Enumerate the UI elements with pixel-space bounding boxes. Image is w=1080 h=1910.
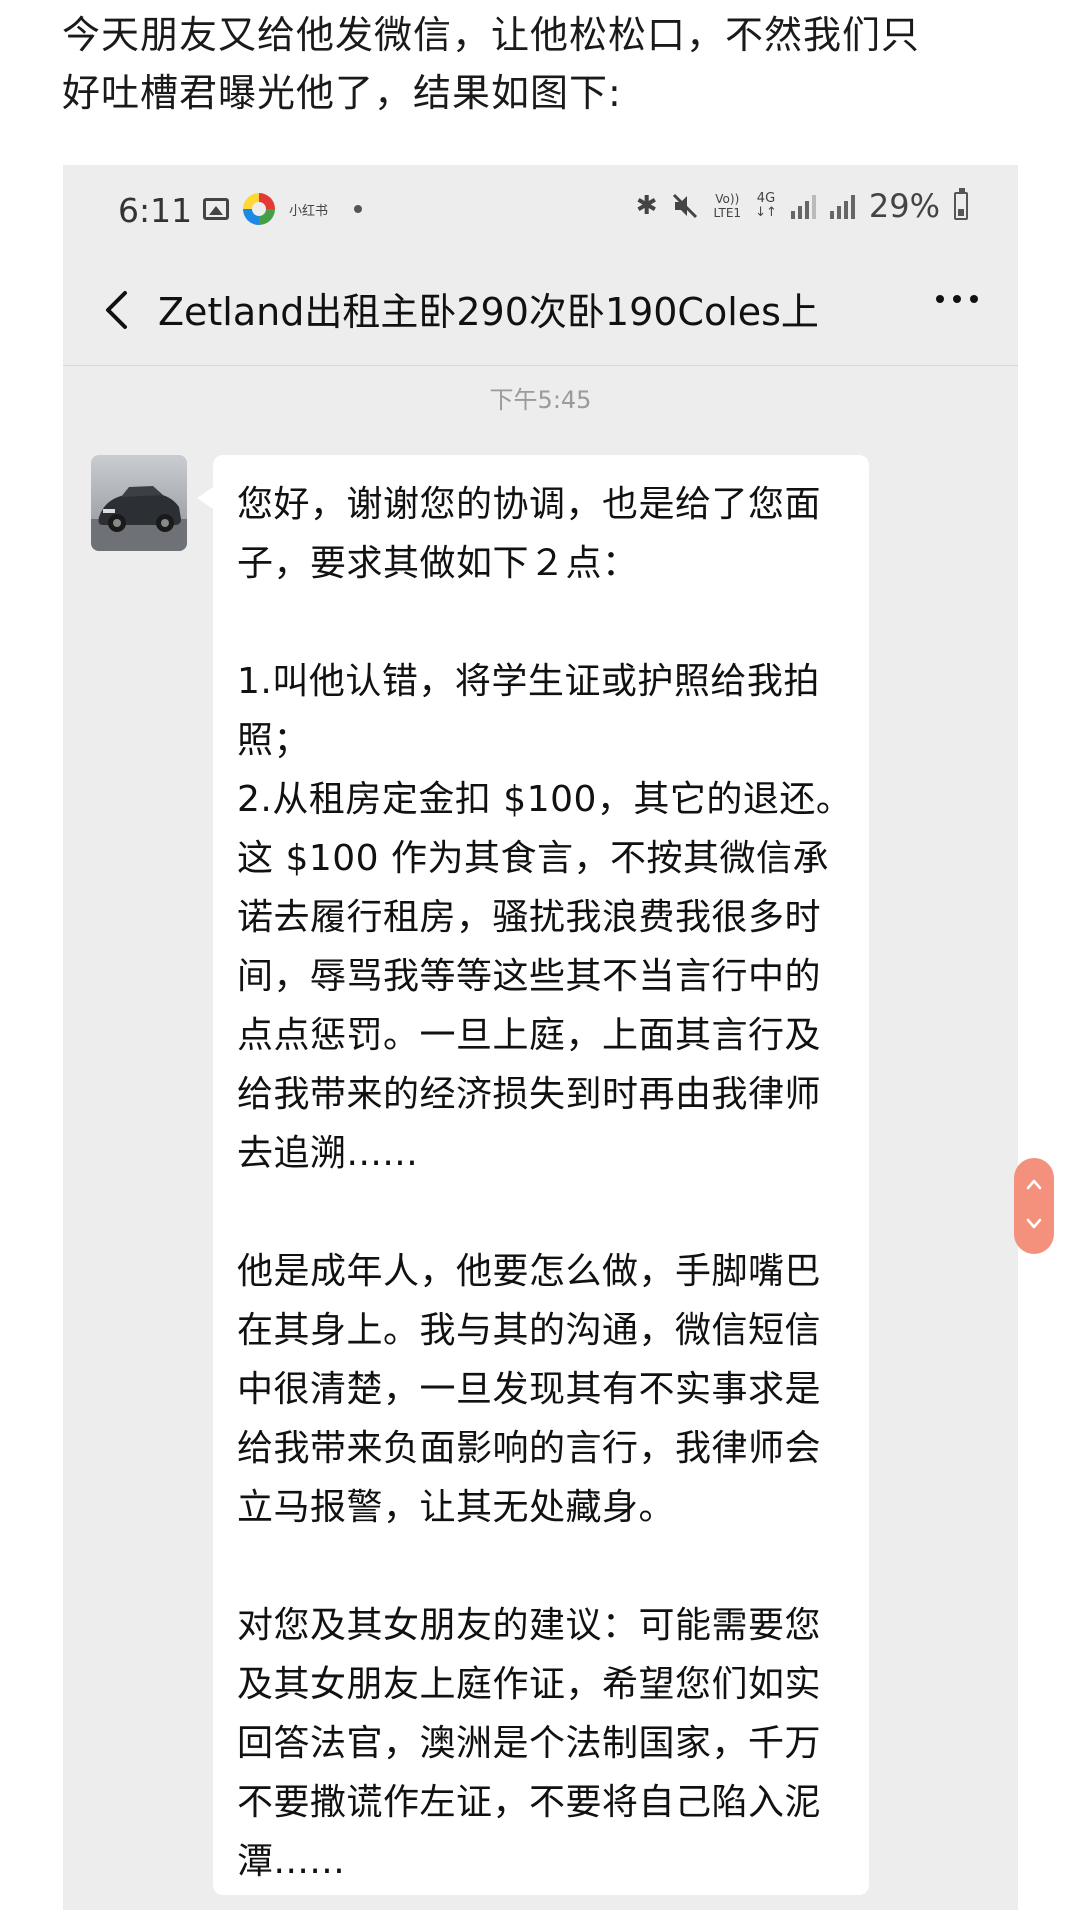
message-line: 点点惩罚。一旦上庭，上面其言行及 [237, 1015, 822, 1056]
image-icon [203, 198, 229, 220]
message-timestamp: 下午5:45 [489, 386, 592, 414]
message-line: 他是成年人，他要怎么做，手脚嘴巴 [237, 1251, 822, 1292]
chevron-up-icon[interactable] [1026, 1178, 1042, 1190]
message-line: 这 $100 作为其食言，不按其微信承 [237, 838, 830, 879]
message-line: 给我带来的经济损失到时再由我律师 [237, 1074, 822, 1115]
intro-line-1: 今天朋友又给他发微信，让他松松口，不然我们只 [62, 13, 921, 57]
signal-icon-2 [829, 193, 855, 219]
message-line: 中很清楚，一旦发现其有不实事求是 [237, 1369, 822, 1410]
intro-text: 今天朋友又给他发微信，让他松松口，不然我们只 好吐槽君曝光他了，结果如图下: [62, 6, 1022, 122]
network-type: 4G [756, 191, 776, 206]
message-line: 子，要求其做如下２点： [237, 543, 639, 584]
battery-percent: 29% [868, 187, 940, 225]
message-line: 诺去履行租房，骚扰我浪费我很多时 [237, 897, 822, 938]
chevron-left-icon[interactable] [93, 285, 143, 335]
message-bubble[interactable]: 您好，谢谢您的协调，也是给了您面 子，要求其做如下２点： 1.叫他认错，将学生证… [197, 455, 869, 1895]
message-line: 照； [237, 720, 311, 761]
battery-icon [954, 188, 968, 220]
status-left-icons: 小红书 [203, 193, 363, 225]
chat-title: Zetland出租主卧290次卧190Coles上 [158, 290, 819, 334]
mute-icon [673, 193, 698, 219]
scroll-widget[interactable] [1014, 1158, 1054, 1254]
status-time: 6:11 [118, 191, 193, 230]
message-line: 1.叫他认错，将学生证或护照给我拍 [237, 661, 820, 702]
message-line: 在其身上。我与其的沟通，微信短信 [237, 1310, 822, 1351]
bluetooth-icon: ✱ [635, 191, 658, 221]
volte-indicator: Vo)) LTE1 [713, 192, 741, 220]
chat-header: Zetland出租主卧290次卧190Coles上 [63, 255, 1018, 366]
signal-icon [790, 193, 816, 219]
message-blank-line [237, 1537, 847, 1596]
volte-top: Vo)) [715, 192, 740, 206]
volte-bottom: LTE1 [713, 206, 742, 220]
chevron-down-icon[interactable] [1026, 1218, 1042, 1230]
message-line: 立马报警，让其无处藏身。 [237, 1487, 676, 1528]
message-line: 不要撒谎作左证，不要将自己陷入泥 [237, 1782, 822, 1823]
more-dots-icon[interactable] [936, 295, 978, 303]
intro-line-2: 好吐槽君曝光他了，结果如图下: [62, 71, 622, 115]
message-line: 回答法官，澳洲是个法制国家，千万 [237, 1723, 822, 1764]
message-line: 及其女朋友上庭作证，希望您们如实 [237, 1664, 822, 1705]
message-line: 潭...... [237, 1841, 346, 1882]
message-blank-line [237, 593, 847, 652]
app-name: 小红书 [289, 203, 329, 219]
status-bar: 6:11 小红书 ✱ Vo)) LTE1 4G ↓↑ 29% [63, 165, 1018, 255]
message-blank-line [237, 1183, 847, 1242]
avatar[interactable] [91, 455, 187, 551]
phone-screenshot: 6:11 小红书 ✱ Vo)) LTE1 4G ↓↑ 29% Zetland出租… [63, 165, 1018, 1910]
network-indicator: 4G ↓↑ [755, 192, 777, 220]
message-line: 您好，谢谢您的协调，也是给了您面 [237, 484, 822, 525]
message-line: 对您及其女朋友的建议：可能需要您 [237, 1605, 822, 1646]
message-line: 2.从租房定金扣 $100，其它的退还。 [237, 779, 853, 820]
message-line: 给我带来负面影响的言行，我律师会 [237, 1428, 822, 1469]
app-logo-icon [243, 193, 275, 225]
network-arrows: ↓↑ [755, 205, 777, 220]
notification-dot-icon [354, 205, 363, 213]
message-line: 去追溯...... [237, 1133, 419, 1174]
status-right-icons: ✱ Vo)) LTE1 4G ↓↑ 29% [636, 187, 968, 225]
message-line: 间，辱骂我等等这些其不当言行中的 [237, 956, 822, 997]
